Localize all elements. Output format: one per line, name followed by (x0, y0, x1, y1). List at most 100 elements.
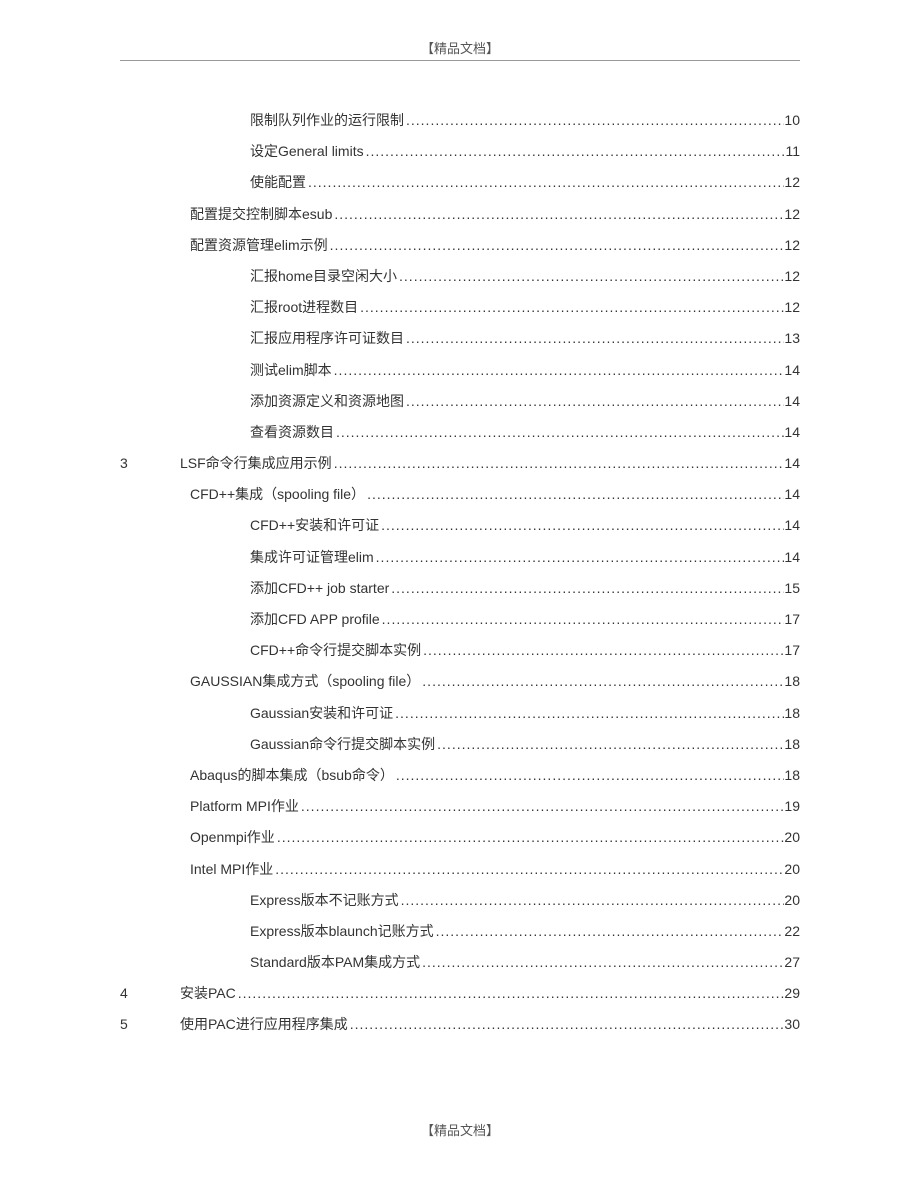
toc-entry: 添加CFD APP profile 17 (120, 609, 800, 640)
toc-page-number: 18 (784, 767, 800, 783)
toc-page-number: 13 (784, 330, 800, 346)
toc-title: 设定General limits (120, 141, 364, 161)
toc-title: Gaussian命令行提交脚本实例 (120, 734, 435, 754)
toc-title: Gaussian安装和许可证 (120, 703, 393, 723)
toc-page-number: 17 (784, 611, 800, 627)
toc-title: CFD++命令行提交脚本实例 (120, 640, 421, 660)
toc-page-number: 19 (784, 798, 800, 814)
toc-page-number: 18 (784, 705, 800, 721)
toc-title: 配置资源管理elim示例 (120, 235, 328, 255)
toc-title: LSF命令行集成应用示例 (150, 453, 332, 473)
toc-leader-dots (434, 923, 785, 939)
toc-section-number: 3 (120, 455, 150, 471)
toc-page-number: 14 (784, 455, 800, 471)
toc-leader-dots (332, 362, 785, 378)
toc-entry: 集成许可证管理elim 14 (120, 547, 800, 578)
toc-page-number: 17 (784, 642, 800, 658)
toc-title: Intel MPI作业 (120, 859, 273, 879)
toc-leader-dots (236, 985, 785, 1001)
toc-leader-dots (404, 393, 784, 409)
toc-entry: 3LSF命令行集成应用示例 14 (120, 453, 800, 484)
toc-leader-dots (364, 143, 786, 159)
toc-leader-dots (379, 517, 784, 533)
toc-entry: 配置资源管理elim示例12 (120, 235, 800, 266)
toc-entry: 汇报root进程数目 12 (120, 297, 800, 328)
toc-entry: Gaussian安装和许可证 18 (120, 703, 800, 734)
toc-leader-dots (393, 705, 784, 721)
toc-title: 集成许可证管理elim (120, 547, 374, 567)
toc-title: 汇报root进程数目 (120, 297, 358, 317)
toc-title: 配置提交控制脚本esub (120, 204, 332, 224)
toc-page-number: 14 (784, 486, 800, 502)
toc-entry: GAUSSIAN集成方式（spooling file）18 (120, 671, 800, 702)
toc-entry: 查看资源数目 14 (120, 422, 800, 453)
toc-leader-dots (394, 767, 785, 783)
toc-page-number: 14 (784, 424, 800, 440)
toc-leader-dots (389, 580, 784, 596)
table-of-contents: 限制队列作业的运行限制 10 设定General limits 11 使能配置 12 配置提… (120, 110, 800, 1046)
toc-leader-dots (358, 299, 784, 315)
toc-title: 使用PAC进行应用程序集成 (150, 1014, 348, 1034)
toc-leader-dots (273, 861, 784, 877)
toc-title: Openmpi作业 (120, 827, 275, 847)
toc-entry: 测试elim脚本14 (120, 360, 800, 391)
toc-page-number: 12 (784, 206, 800, 222)
page-footer: 【精品文档】 (0, 1120, 920, 1139)
toc-page-number: 14 (784, 549, 800, 565)
toc-title: 使能配置 (120, 172, 306, 192)
toc-page-number: 12 (784, 299, 800, 315)
toc-title: 添加CFD APP profile (120, 609, 380, 629)
toc-entry: Express版本不记账方式20 (120, 890, 800, 921)
toc-leader-dots (332, 455, 785, 471)
toc-page-number: 10 (784, 112, 800, 128)
toc-title: Express版本不记账方式 (120, 890, 399, 910)
toc-page-number: 20 (784, 829, 800, 845)
toc-leader-dots (275, 829, 785, 845)
toc-title: Standard版本PAM集成方式 (120, 952, 420, 972)
toc-title: GAUSSIAN集成方式（spooling file） (120, 671, 420, 691)
toc-entry: Abaqus的脚本集成（bsub命令）18 (120, 765, 800, 796)
toc-leader-dots (348, 1016, 785, 1032)
toc-section-number: 5 (120, 1016, 150, 1032)
toc-leader-dots (299, 798, 785, 814)
toc-entry: Standard版本PAM集成方式 27 (120, 952, 800, 983)
toc-leader-dots (306, 174, 784, 190)
toc-entry: 使能配置 12 (120, 172, 800, 203)
footer-text: 【精品文档】 (421, 1123, 499, 1138)
toc-leader-dots (332, 206, 784, 222)
toc-entry: 添加CFD++ job starter15 (120, 578, 800, 609)
toc-entry: Express版本blaunch记账方式22 (120, 921, 800, 952)
toc-page-number: 14 (784, 393, 800, 409)
toc-entry: 5使用PAC进行应用程序集成30 (120, 1014, 800, 1045)
toc-page-number: 29 (784, 985, 800, 1001)
toc-title: 限制队列作业的运行限制 (120, 110, 404, 130)
toc-leader-dots (404, 112, 784, 128)
header-rule (120, 60, 800, 61)
toc-page-number: 11 (785, 143, 800, 159)
toc-title: 查看资源数目 (120, 422, 334, 442)
toc-entry: CFD++集成（spooling file） 14 (120, 484, 800, 515)
toc-leader-dots (328, 237, 785, 253)
toc-title: CFD++集成（spooling file） (120, 484, 365, 504)
toc-leader-dots (420, 954, 784, 970)
toc-entry: 4安装PAC29 (120, 983, 800, 1014)
toc-entry: Openmpi作业 20 (120, 827, 800, 858)
toc-title: 添加资源定义和资源地图 (120, 391, 404, 411)
toc-entry: CFD++命令行提交脚本实例 17 (120, 640, 800, 671)
toc-page-number: 27 (784, 954, 800, 970)
toc-page-number: 22 (784, 923, 800, 939)
header-text: 【精品文档】 (421, 41, 499, 56)
toc-title: 汇报home目录空闲大小 (120, 266, 397, 286)
toc-leader-dots (374, 549, 785, 565)
toc-entry: Intel MPI作业20 (120, 859, 800, 890)
toc-page-number: 18 (784, 736, 800, 752)
toc-page-number: 12 (784, 268, 800, 284)
toc-leader-dots (399, 892, 785, 908)
toc-entry: 汇报应用程序许可证数目 13 (120, 328, 800, 359)
toc-entry: CFD++安装和许可证14 (120, 515, 800, 546)
toc-title: CFD++安装和许可证 (120, 515, 379, 535)
toc-leader-dots (334, 424, 784, 440)
toc-entry: 汇报home目录空闲大小 12 (120, 266, 800, 297)
toc-page-number: 12 (784, 174, 800, 190)
toc-title: 汇报应用程序许可证数目 (120, 328, 404, 348)
